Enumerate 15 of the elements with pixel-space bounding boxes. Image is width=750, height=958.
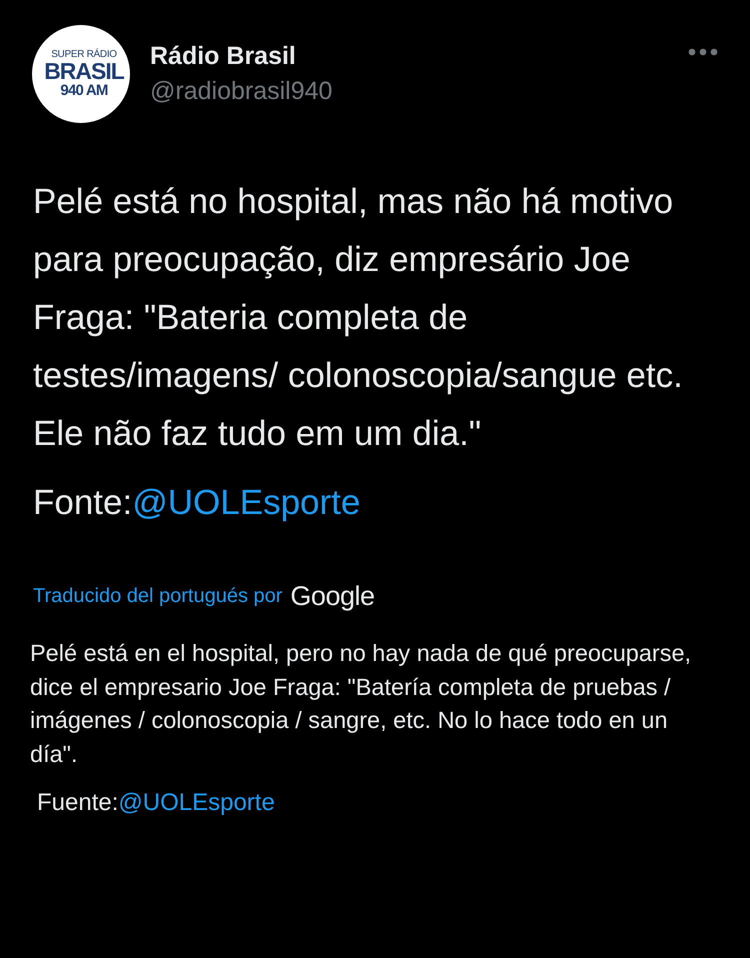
account-name[interactable]: Rádio Brasil — [150, 42, 332, 71]
logo-text: BRASIL — [44, 60, 124, 83]
source-label: Fuente: — [37, 789, 118, 817]
tweet-text: Pelé está no hospital, mas não há motivo para preocupação, diz empresário Joe Fraga: "Bateria completa de testes/imagens/ colonoscopia/sangue etc. Ele não faz tudo em um dia." — [33, 181, 684, 455]
avatar-logo[interactable]: SUPER RÁDIO BRASIL 940 AM — [32, 25, 130, 123]
logo-text: 940 AM — [60, 83, 108, 98]
mention-link[interactable]: @UOLEsporte — [118, 789, 275, 817]
source-label: Fonte: — [33, 483, 132, 523]
translation-label[interactable]: Traducido del portugués por — [33, 585, 282, 608]
more-icon[interactable] — [688, 48, 718, 56]
translated-text: Pelé está en el hospital, pero no hay nada de qué preocuparse, dice el empresario Joe Fraga: "Batería completa de pruebas / imágenes / colonoscopia / sangre, etc. No lo hace todo en un día". — [30, 639, 692, 768]
logo-text: SUPER RÁDIO — [51, 50, 117, 60]
translator-logo: Google — [290, 581, 374, 612]
account-handle[interactable]: @radiobrasil940 — [150, 77, 332, 106]
mention-link[interactable]: @UOLEsporte — [132, 483, 360, 523]
